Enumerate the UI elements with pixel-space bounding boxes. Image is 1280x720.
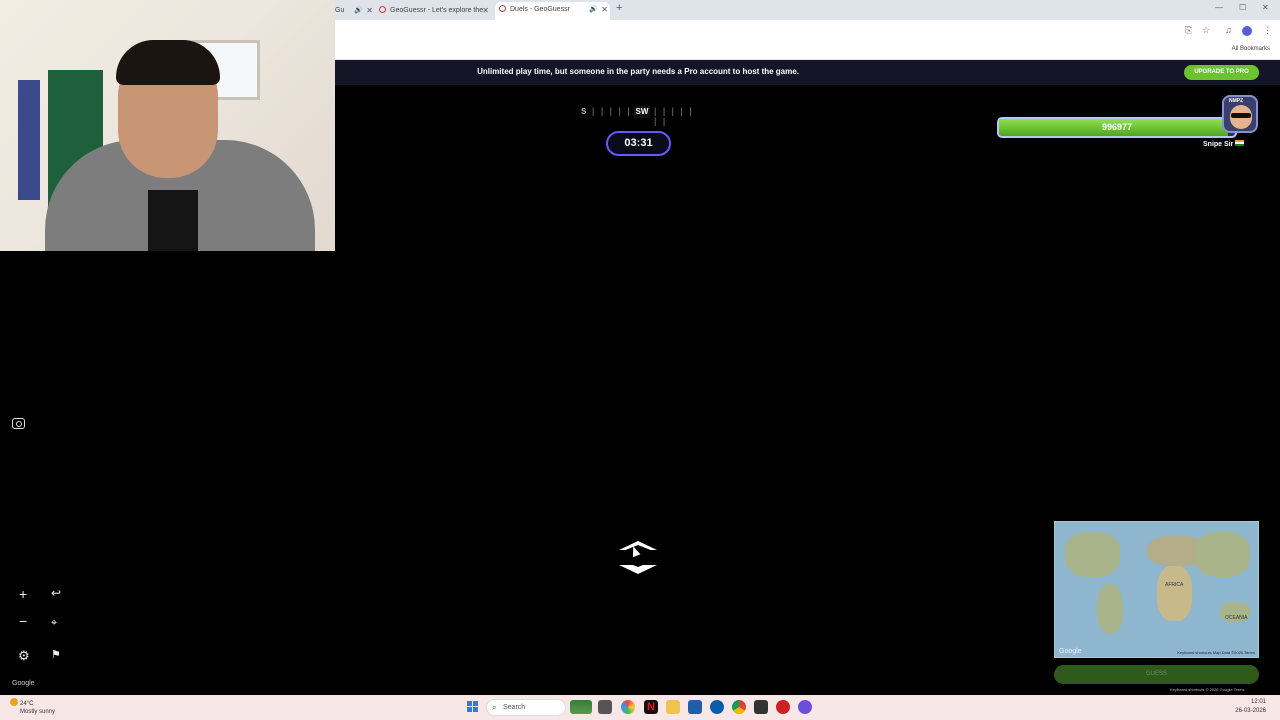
- webcam-person-hair: [116, 40, 220, 85]
- clock-date: 26-03-2026: [1235, 708, 1266, 714]
- menu-icon[interactable]: ⋮: [1263, 25, 1272, 36]
- player-avatar: NMPZ: [1222, 95, 1258, 133]
- move-arrows[interactable]: [617, 541, 659, 577]
- settings-app-icon[interactable]: [754, 700, 768, 714]
- tab-bar: Gu 🔊 ✕ GeoGuessr - Let's explore the ✕ D…: [335, 0, 1280, 20]
- app-icon-red[interactable]: [776, 700, 790, 714]
- map-google-logo: Google: [1059, 648, 1082, 655]
- discord-icon[interactable]: [798, 700, 812, 714]
- tab-label: Duels - GeoGuessr: [510, 6, 570, 13]
- hp-icon[interactable]: [710, 700, 724, 714]
- all-bookmarks[interactable]: All Bookmarks: [1232, 46, 1270, 52]
- chrome-icon[interactable]: [732, 700, 746, 714]
- india-flag-icon: [1235, 140, 1245, 146]
- banner-text: Unlimited play time, but someone in the …: [477, 67, 799, 76]
- browser-toolbar: ⎘ ☆ ♫ ⋮: [335, 20, 1280, 42]
- search-icon: ⌕: [492, 703, 497, 712]
- close-icon[interactable]: ✕: [601, 2, 608, 18]
- guess-button[interactable]: GUESS: [1054, 665, 1259, 684]
- minimize-icon[interactable]: —: [1215, 3, 1223, 12]
- zoom-out-button[interactable]: −: [19, 613, 27, 629]
- store-icon[interactable]: [688, 700, 702, 714]
- media-icon[interactable]: ♫: [1225, 25, 1232, 35]
- close-icon[interactable]: ✕: [482, 3, 489, 18]
- webcam-person-shirt: [148, 190, 198, 251]
- webcam-poster: [18, 80, 40, 200]
- system-clock[interactable]: 12:01 26-03-2026: [1235, 698, 1266, 716]
- weather-temp: 24°C: [20, 701, 34, 707]
- tab-label: Gu: [335, 7, 345, 14]
- tab-geoguessr-2[interactable]: GeoGuessr - Let's explore the ✕: [379, 3, 491, 18]
- close-icon[interactable]: ✕: [366, 3, 373, 18]
- compass-heading: SW: [634, 106, 650, 118]
- health-bar: 996977: [997, 117, 1237, 138]
- compass-ticks-right: | | | | | | |: [654, 106, 694, 126]
- maximize-icon[interactable]: ☐: [1239, 3, 1246, 12]
- map-asia: [1195, 532, 1250, 577]
- weather-desc: Mostly sunny: [20, 709, 56, 715]
- profile-avatar[interactable]: [1242, 26, 1252, 36]
- health-value: 996977: [1101, 122, 1133, 132]
- checkpoint-icon[interactable]: ⌖: [51, 617, 57, 630]
- tab-geoguessr-1[interactable]: Gu 🔊 ✕: [335, 3, 375, 18]
- map-south-america: [1097, 584, 1123, 634]
- avatar-glasses: [1231, 113, 1251, 118]
- map-africa: [1157, 566, 1192, 621]
- gear-icon[interactable]: ⚙: [18, 648, 30, 664]
- upgrade-to-pro-button[interactable]: UPGRADE TO PRO: [1184, 65, 1259, 80]
- copilot-icon[interactable]: [621, 700, 635, 714]
- player-name: Snipe Sir: [1203, 141, 1234, 148]
- guess-minimap[interactable]: AFRICA OCEANIA Google Keyboard shortcuts…: [1054, 521, 1259, 658]
- search-label: Search: [503, 704, 526, 711]
- round-timer: 03:31: [606, 131, 671, 156]
- zoom-in-button[interactable]: +: [19, 586, 27, 602]
- geoguessr-favicon-icon: [499, 5, 506, 12]
- compass-south: S: [581, 107, 587, 116]
- map-north-america: [1065, 532, 1120, 577]
- player-name-row: Snipe Sir: [1203, 140, 1273, 148]
- avatar-tag: NMPZ: [1229, 98, 1244, 104]
- clock-time: 12:01: [1250, 699, 1266, 705]
- camera-icon[interactable]: [12, 418, 25, 429]
- webcam-overlay: [0, 0, 335, 251]
- file-explorer-icon[interactable]: [666, 700, 680, 714]
- widgets-app-icon[interactable]: [570, 700, 592, 714]
- pro-banner: Unlimited play time, but someone in the …: [335, 60, 1280, 85]
- task-view-icon[interactable]: [598, 700, 612, 714]
- keyboard-shortcuts-footer[interactable]: Keyboard shortcuts © 2026 Google Terms: [1170, 687, 1244, 692]
- bookmarks-bar: All Bookmarks: [335, 42, 1280, 60]
- tab-duels[interactable]: Duels - GeoGuessr 🔊 ✕: [495, 2, 610, 20]
- move-back-arrow[interactable]: [619, 561, 657, 574]
- netflix-icon[interactable]: N: [644, 700, 658, 714]
- windows-start-icon[interactable]: [467, 701, 478, 712]
- taskbar-search[interactable]: ⌕ Search: [486, 699, 566, 716]
- star-icon[interactable]: ☆: [1202, 25, 1210, 36]
- weather-widget[interactable]: 24°C Mostly sunny: [10, 698, 55, 716]
- map-label-oceania: OCEANIA: [1225, 615, 1248, 621]
- compass: S | | | | | | | SW | | | | | | |: [576, 104, 700, 126]
- new-tab-button[interactable]: +: [616, 2, 622, 14]
- map-footer: Keyboard shortcuts Map Data ©2026 Terms: [1177, 650, 1255, 655]
- window-close-icon[interactable]: ✕: [1262, 3, 1269, 12]
- undo-button[interactable]: ↩: [51, 586, 61, 600]
- speaker-icon[interactable]: 🔊: [589, 2, 598, 18]
- sun-icon: [10, 698, 18, 706]
- flag-icon[interactable]: ⚑: [51, 648, 61, 661]
- windows-taskbar: 24°C Mostly sunny ⌕ Search N 12:01 26-03…: [0, 695, 1280, 720]
- google-watermark: Google: [12, 680, 35, 687]
- install-icon[interactable]: ⎘: [1185, 25, 1192, 36]
- speaker-icon[interactable]: 🔊: [354, 3, 363, 18]
- map-label-africa: AFRICA: [1165, 582, 1184, 588]
- tab-label: GeoGuessr - Let's explore the: [390, 7, 484, 14]
- geoguessr-favicon-icon: [379, 6, 386, 13]
